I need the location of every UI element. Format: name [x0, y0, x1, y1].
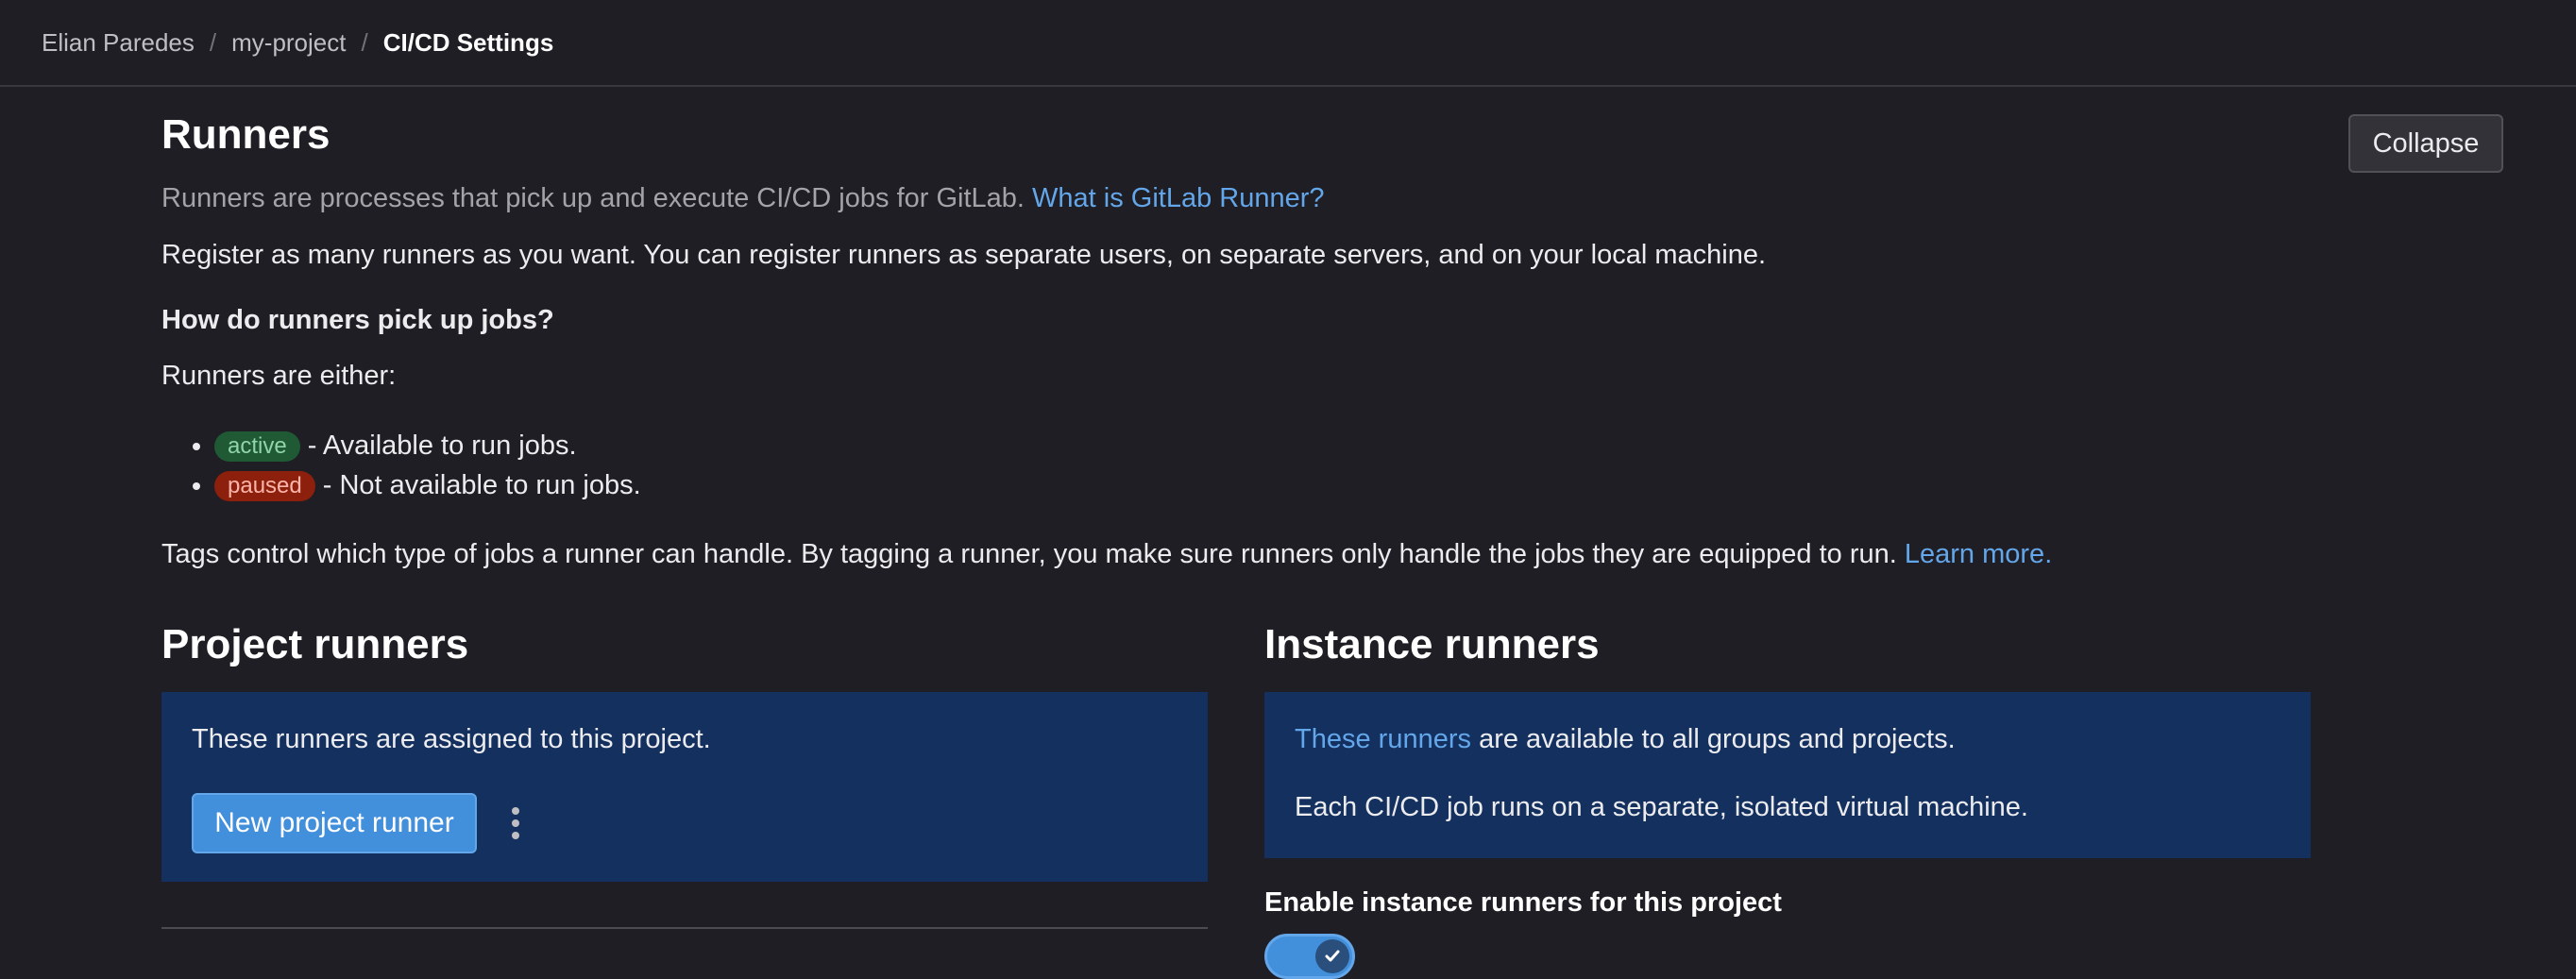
- register-text: Register as many runners as you want. Yo…: [161, 240, 1767, 270]
- either-text: Runners are either:: [161, 361, 397, 391]
- isolated-text: Each CI/CD job runs on a separate, isola…: [1295, 792, 2028, 822]
- instance-runners-panel: These runners are available to all group…: [1264, 692, 2311, 858]
- available-text: These runners are available to all group…: [1295, 724, 1956, 755]
- collapse-button[interactable]: Collapse: [2348, 114, 2503, 173]
- tags-description: Tags control which type of jobs a runner…: [161, 539, 1897, 569]
- available-description: are available to all groups and projects…: [1479, 724, 1956, 754]
- enable-instance-runners-label: Enable instance runners for this project: [1264, 887, 1782, 918]
- list-item: active- Available to run jobs.: [214, 426, 641, 465]
- enable-instance-runners-toggle[interactable]: [1264, 934, 1355, 979]
- paused-badge: paused: [214, 471, 315, 502]
- toggle-knob: [1315, 939, 1349, 973]
- breadcrumb-item-current: CI/CD Settings: [382, 27, 554, 57]
- instance-runners-title: Instance runners: [1264, 621, 1600, 667]
- learn-more-link[interactable]: Learn more.: [1905, 539, 2052, 569]
- new-project-runner-button[interactable]: New project runner: [192, 793, 477, 853]
- more-actions-icon[interactable]: [501, 793, 530, 853]
- breadcrumb-item-user[interactable]: Elian Paredes: [42, 28, 195, 58]
- breadcrumb-separator: /: [361, 27, 368, 57]
- project-runners-title: Project runners: [161, 621, 469, 667]
- project-runners-panel: These runners are assigned to this proje…: [161, 692, 1208, 882]
- how-heading: How do runners pick up jobs?: [161, 305, 554, 335]
- check-icon: [1325, 950, 1340, 962]
- runners-title: Runners: [161, 111, 330, 158]
- kebab-dot: [512, 807, 519, 815]
- divider: [161, 927, 1208, 929]
- runner-states-list: active- Available to run jobs. paused- N…: [161, 426, 641, 505]
- breadcrumb-item-project[interactable]: my-project: [231, 28, 346, 58]
- runners-description-text: Runners are processes that pick up and e…: [161, 183, 1025, 213]
- tags-text: Tags control which type of jobs a runner…: [161, 539, 2052, 570]
- breadcrumb-separator: /: [209, 27, 217, 57]
- list-item: paused- Not available to run jobs.: [214, 465, 641, 505]
- assigned-text: These runners are assigned to this proje…: [192, 724, 711, 754]
- runners-description: Runners are processes that pick up and e…: [161, 183, 1325, 214]
- kebab-dot: [512, 819, 519, 827]
- what-is-runner-link[interactable]: What is GitLab Runner?: [1032, 183, 1324, 213]
- kebab-dot: [512, 832, 519, 839]
- active-description: - Available to run jobs.: [307, 430, 577, 461]
- paused-description: - Not available to run jobs.: [322, 470, 641, 500]
- these-runners-link[interactable]: These runners: [1295, 724, 1471, 754]
- breadcrumb: Elian Paredes / my-project / CI/CD Setti…: [0, 0, 2576, 87]
- active-badge: active: [214, 431, 300, 463]
